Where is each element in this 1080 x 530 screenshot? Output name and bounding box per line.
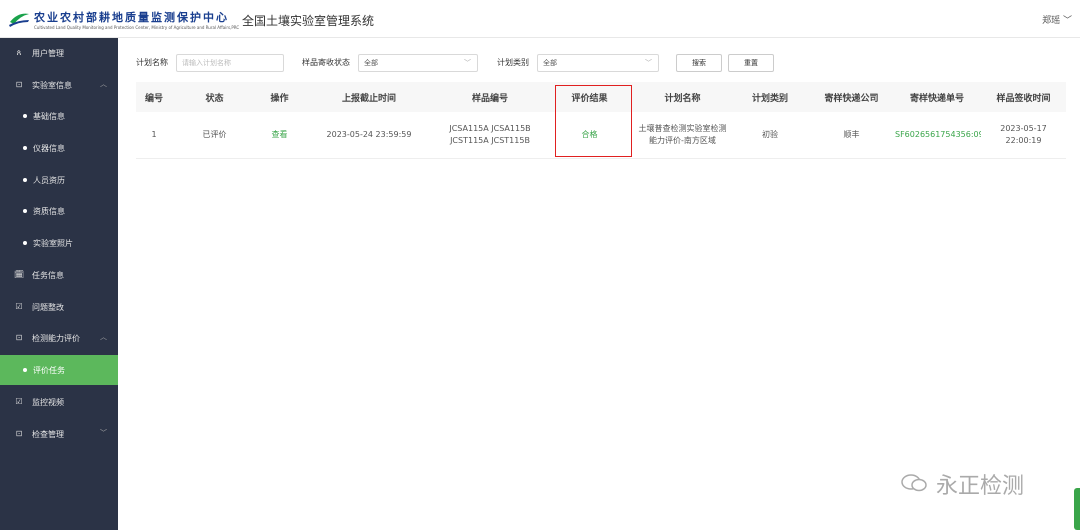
sidebar-item-capability-evaluation[interactable]: ⊡ 检测能力评价 ︿ [0, 323, 118, 353]
column-header: 操作 [257, 82, 302, 112]
reset-button[interactable]: 重置 [728, 54, 774, 72]
result-highlight-box [555, 85, 632, 157]
column-header: 样品签收时间 [981, 82, 1066, 112]
column-header: 计划名称 [635, 82, 730, 112]
side-edge-tab[interactable] [1074, 488, 1080, 530]
sidebar-item-basic-info[interactable]: 基础信息 [0, 101, 118, 131]
org-subtitle: Cultivated Land Quality Monitoring and P… [34, 25, 240, 30]
sidebar-item-label: 问题整改 [32, 303, 64, 312]
view-link[interactable]: 查看 [257, 112, 302, 159]
sidebar: ጰ 用户管理 ⊡ 实验室信息 ︿ 基础信息 仪器信息 人员资历 资质信息 实验室… [0, 38, 118, 530]
checkbox-icon: ☑ [15, 397, 23, 406]
sidebar-item-issue-rectification[interactable]: ☑ 问题整改 [0, 292, 118, 322]
chevron-down-icon: ﹀ [464, 59, 471, 67]
chevron-up-icon: ︿ [100, 333, 107, 341]
cell-plan-name: 土壤普查检测实验室检测能力评价-南方区域 [635, 112, 730, 159]
plan-type-label: 计划类别 [497, 58, 529, 67]
user-menu[interactable]: 郑瑶 ﹀ [1042, 13, 1072, 26]
sidebar-item-label: 实验室信息 [32, 81, 72, 90]
bullet-icon [23, 209, 27, 213]
chevron-down-icon: ﹀ [645, 59, 652, 67]
column-header: 编号 [136, 82, 172, 112]
sidebar-item-lab-info[interactable]: ⊡ 实验室信息 ︿ [0, 70, 118, 100]
column-header: 计划类别 [730, 82, 810, 112]
cell-courier: 顺丰 [810, 112, 893, 159]
sidebar-item-label: 用户管理 [32, 49, 64, 58]
user-icon: ጰ [16, 48, 22, 57]
sidebar-item-label: 实验室照片 [33, 239, 73, 248]
sidebar-item-lab-photos[interactable]: 实验室照片 [0, 228, 118, 258]
lab-icon: ⊡ [15, 80, 23, 89]
plan-type-select[interactable]: 全部 ﹀ [537, 54, 659, 72]
bullet-icon [23, 368, 27, 372]
sidebar-item-task-info[interactable]: 🗓 任务信息 [0, 260, 118, 290]
bullet-icon [23, 146, 27, 150]
chevron-up-icon: ︿ [100, 80, 107, 88]
plan-name-label: 计划名称 [136, 58, 168, 67]
plan-type-value: 全部 [543, 59, 557, 67]
sidebar-item-label: 基础信息 [33, 112, 65, 121]
sidebar-item-label: 检测能力评价 [32, 334, 80, 343]
column-header: 寄样快递公司 [810, 82, 893, 112]
sidebar-item-label: 仪器信息 [33, 144, 65, 153]
chevron-down-icon: ﹀ [100, 429, 107, 437]
receive-status-value: 全部 [364, 59, 378, 67]
user-name: 郑瑶 [1042, 16, 1061, 26]
sidebar-item-label: 检查管理 [32, 430, 64, 439]
sidebar-item-label: 监控视频 [32, 398, 64, 407]
plan-name-input[interactable]: 请输入计划名称 [176, 54, 284, 72]
checkbox-icon: ☑ [15, 302, 23, 311]
receive-status-label: 样品寄收状态 [302, 58, 350, 67]
cell-sign-time: 2023-05-17 22:00:19 [981, 112, 1066, 159]
cell-deadline: 2023-05-24 23:59:59 [302, 112, 436, 159]
cell-tracking-no[interactable]: SF6026561754356:09 [893, 112, 981, 159]
column-header: 样品编号 [436, 82, 544, 112]
sidebar-item-label: 人员资历 [33, 176, 65, 185]
sidebar-item-staff-qualification[interactable]: 人员资历 [0, 165, 118, 195]
search-button[interactable]: 搜索 [676, 54, 722, 72]
cell-id: 1 [136, 112, 172, 159]
column-header: 寄样快递单号 [893, 82, 981, 112]
bullet-icon [23, 114, 27, 118]
sidebar-item-label: 任务信息 [32, 271, 64, 280]
sidebar-item-user-management[interactable]: ጰ 用户管理 [0, 38, 118, 68]
bullet-icon [23, 241, 27, 245]
calendar-icon: 🗓 [14, 270, 25, 279]
org-logo-icon [9, 13, 29, 27]
column-header: 状态 [172, 82, 257, 112]
app-header: 农业农村部耕地质量监测保护中心 Cultivated Land Quality … [0, 0, 1080, 38]
column-header: 上报截止时间 [302, 82, 436, 112]
lab-icon: ⊡ [15, 333, 23, 342]
sidebar-item-label: 评价任务 [33, 366, 65, 375]
receive-status-select[interactable]: 全部 ﹀ [358, 54, 478, 72]
sidebar-item-label: 资质信息 [33, 207, 65, 216]
sidebar-item-evaluation-task[interactable]: 评价任务 [0, 355, 118, 385]
cell-plan-type: 初验 [730, 112, 810, 159]
wechat-icon [901, 474, 927, 492]
org-name: 农业农村部耕地质量监测保护中心 [34, 11, 229, 24]
cell-sample-no: JCSA115A JCSA115B JCST115A JCST115B [436, 112, 544, 159]
sidebar-item-inspection-management[interactable]: ⊡ 检查管理 ﹀ [0, 419, 118, 449]
watermark-text: 永正检测 [936, 474, 1025, 499]
system-title: 全国土壤实验室管理系统 [242, 14, 375, 28]
bullet-icon [23, 178, 27, 182]
sidebar-item-monitoring-video[interactable]: ☑ 监控视频 [0, 387, 118, 417]
sidebar-item-instrument-info[interactable]: 仪器信息 [0, 133, 118, 163]
lab-icon: ⊡ [15, 429, 23, 438]
sidebar-item-certification-info[interactable]: 资质信息 [0, 196, 118, 226]
chevron-down-icon: ﹀ [1062, 16, 1072, 26]
cell-status: 已评价 [172, 112, 257, 159]
